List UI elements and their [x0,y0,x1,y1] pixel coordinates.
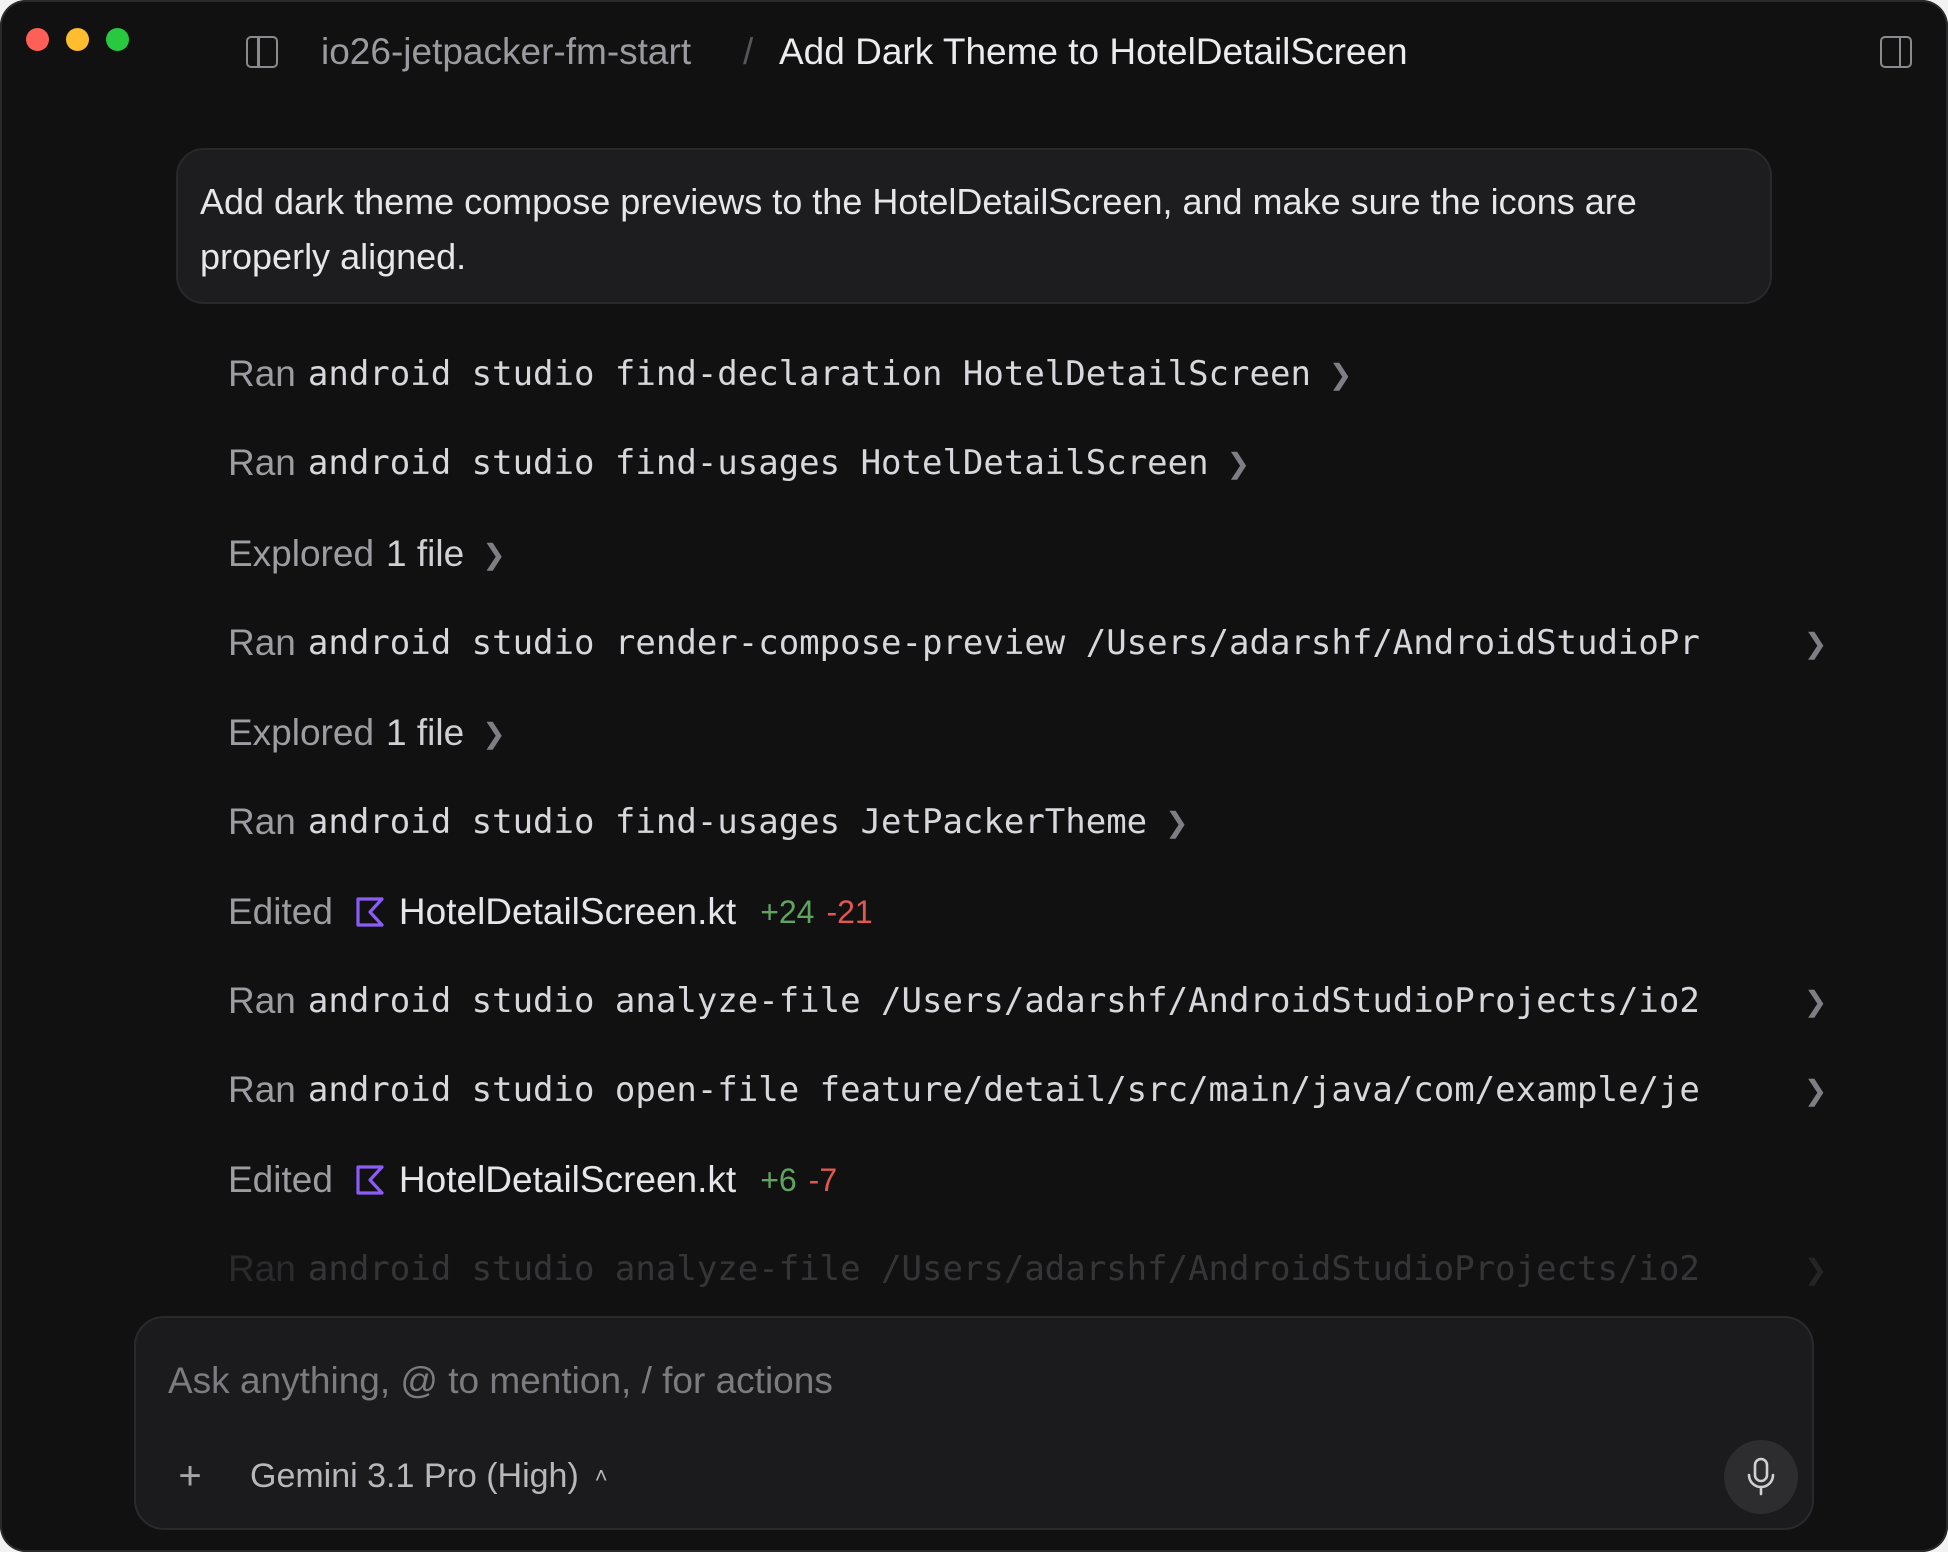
activity-command: android studio find-usages HotelDetailSc… [307,443,1209,483]
kotlin-file-icon [356,897,384,927]
lines-added: +6 [760,1161,797,1198]
activity-row-ran[interactable]: Ran android studio analyze-file /Users/a… [228,1239,1827,1290]
activity-verb: Explored [228,533,375,574]
chevron-right-icon[interactable]: ❯ [1804,627,1827,660]
explored-count: 1 file [386,712,465,753]
chevron-right-icon[interactable]: ❯ [1804,1253,1827,1286]
chevron-up-icon: ˄ [594,1463,608,1488]
conversation-scroll-area[interactable]: Add dark theme compose previews to the H… [0,0,1948,1290]
activity-row-edited[interactable]: Edited HotelDetailScreen.kt +6 -7 [228,1150,837,1210]
activity-command: android studio render-compose-preview /U… [307,623,1700,663]
activity-command: android studio analyze-file /Users/adars… [307,1249,1700,1289]
lines-removed: -21 [826,893,873,930]
activity-verb: Ran [228,442,296,483]
activity-verb: Ran [228,1069,296,1110]
activity-verb: Ran [228,1248,296,1289]
model-selector[interactable]: Gemini 3.1 Pro (High) ˄ [250,1454,608,1498]
activity-verb: Ran [228,622,296,663]
chevron-right-icon[interactable]: ❯ [1804,985,1827,1018]
edited-file-name[interactable]: HotelDetailScreen.kt [399,1159,736,1201]
chevron-right-icon[interactable]: ❯ [1227,447,1250,480]
user-prompt-bubble: Add dark theme compose previews to the H… [176,148,1772,304]
activity-row-ran[interactable]: Ran android studio find-usages JetPacker… [228,792,1189,852]
chevron-right-icon[interactable]: ❯ [1329,358,1352,391]
activity-verb: Explored [228,712,375,753]
activity-command: android studio open-file feature/detail/… [307,1070,1700,1110]
lines-removed: -7 [808,1161,838,1198]
activity-row-explored[interactable]: Explored 1 file ❯ [228,524,506,584]
activity-row-ran[interactable]: Ran android studio find-declaration Hote… [228,344,1352,404]
activity-verb: Ran [228,980,296,1021]
activity-verb: Edited [228,1159,333,1200]
activity-verb: Ran [228,801,296,842]
chevron-right-icon[interactable]: ❯ [1804,1074,1827,1107]
lines-added: +24 [760,893,815,930]
plus-icon[interactable]: + [172,1456,208,1496]
activity-row-ran[interactable]: Ran android studio analyze-file /Users/a… [228,971,1827,1031]
chevron-right-icon[interactable]: ❯ [482,717,505,750]
kotlin-file-icon [356,1165,384,1195]
app-window: io26-jetpacker-fm-start / Add Dark Theme… [0,0,1948,1552]
chevron-right-icon[interactable]: ❯ [482,538,505,571]
activity-row-explored[interactable]: Explored 1 file ❯ [228,703,506,763]
activity-verb: Edited [228,891,333,932]
activity-row-edited[interactable]: Edited HotelDetailScreen.kt +24 -21 [228,882,873,942]
prompt-input[interactable] [166,1354,1570,1408]
chevron-right-icon[interactable]: ❯ [1165,806,1188,839]
microphone-icon [1747,1457,1775,1496]
activity-command: android studio find-declaration HotelDet… [307,354,1311,394]
explored-count: 1 file [386,533,465,574]
activity-verb: Ran [228,353,296,394]
microphone-button[interactable] [1724,1440,1798,1514]
edited-file-name[interactable]: HotelDetailScreen.kt [399,891,736,933]
activity-command: android studio find-usages JetPackerThem… [307,802,1148,842]
activity-row-ran[interactable]: Ran android studio find-usages HotelDeta… [228,433,1250,493]
user-prompt-text: Add dark theme compose previews to the H… [200,181,1637,277]
activity-command: android studio analyze-file /Users/adars… [307,981,1700,1021]
composer: + Gemini 3.1 Pro (High) ˄ [134,1316,1814,1530]
activity-row-ran[interactable]: Ran android studio open-file feature/det… [228,1060,1827,1120]
model-name: Gemini 3.1 Pro (High) [250,1456,579,1495]
activity-row-ran[interactable]: Ran android studio render-compose-previe… [228,613,1827,673]
